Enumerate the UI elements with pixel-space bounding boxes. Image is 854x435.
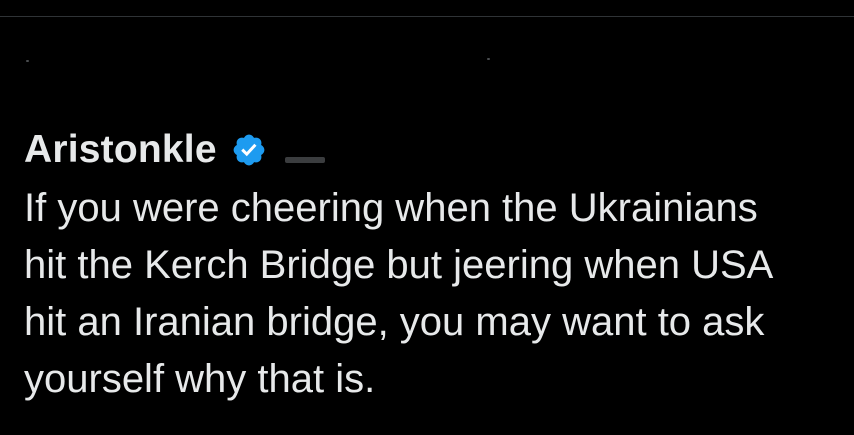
tweet-line-4: yourself why that is. [24, 357, 376, 401]
faint-mark [487, 58, 490, 60]
verified-badge-icon[interactable] [231, 132, 267, 168]
top-divider [0, 16, 854, 17]
tweet-line-3: hit an Iranian bridge, you may want to a… [24, 300, 765, 344]
tweet-line-2: hit the Kerch Bridge but jeering when US… [24, 243, 774, 287]
faint-mark [26, 60, 29, 62]
author-name[interactable]: Aristonkle [24, 128, 217, 172]
tweet-text: If you were cheering when the Ukrainians… [24, 180, 854, 408]
post[interactable]: Aristonkle If you were cheering when the… [24, 124, 854, 408]
tweet-line-1: If you were cheering when the Ukrainians [24, 186, 758, 230]
author-row: Aristonkle [24, 124, 854, 176]
blurred-handle [284, 157, 325, 163]
